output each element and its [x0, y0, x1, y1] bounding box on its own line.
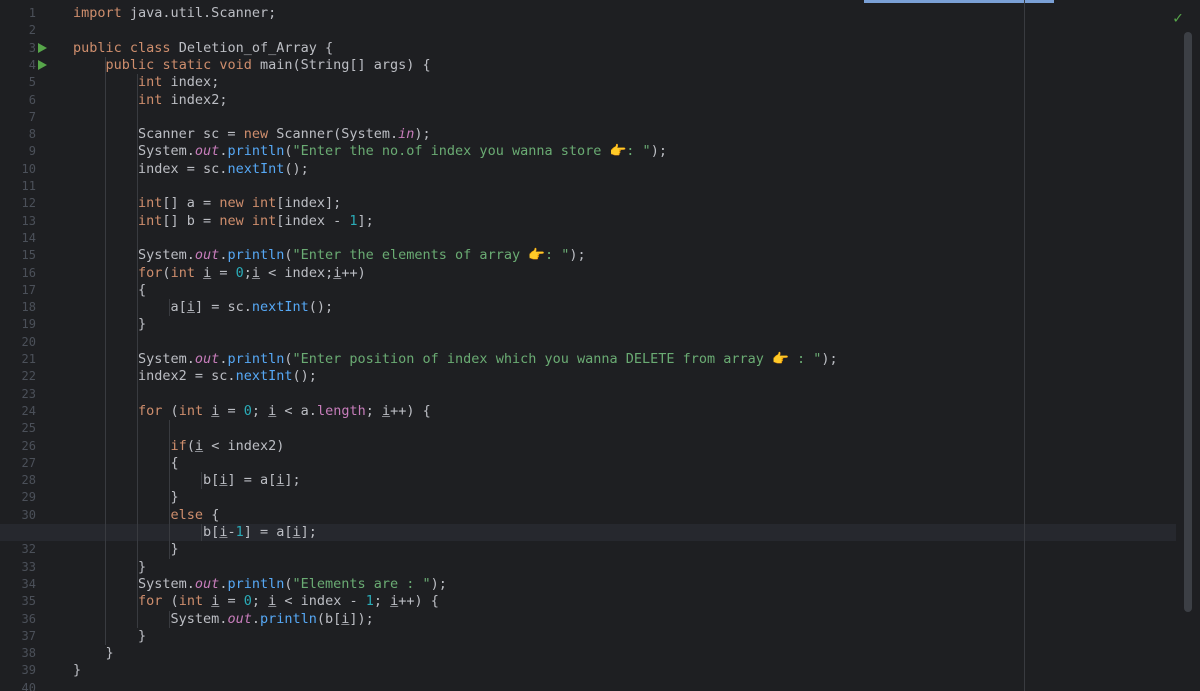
indent-guide — [105, 56, 106, 646]
code-line[interactable]: } — [73, 645, 114, 662]
check-icon[interactable]: ✓ — [1168, 8, 1188, 28]
code-line[interactable]: b[i-1] = a[i]; — [73, 524, 317, 541]
indent-guide — [137, 74, 138, 628]
code-line[interactable]: } — [73, 559, 146, 576]
code-line[interactable]: { — [73, 282, 146, 299]
code-line[interactable]: public class Deletion_of_Array { — [73, 40, 333, 57]
code-line[interactable]: int index2; — [73, 92, 227, 109]
indent-guide — [169, 299, 170, 317]
code-area[interactable]: import java.util.Scanner; public class De… — [0, 0, 1176, 691]
code-line[interactable]: index = sc.nextInt(); — [73, 161, 309, 178]
code-line[interactable]: } — [73, 662, 81, 679]
right-margin-guide — [1024, 0, 1025, 691]
indent-guide — [169, 420, 170, 559]
code-line[interactable]: System.out.println("Elements are : "); — [73, 576, 447, 593]
code-editor[interactable]: 1 2 3 4 5 6 7 8 9 10 11 12 13 14 15 16 17 18 19 20 21 22 23 24 2… — [0, 0, 1200, 691]
code-line[interactable]: } — [73, 628, 146, 645]
code-line[interactable]: int[] a = new int[index]; — [73, 195, 341, 212]
code-line[interactable]: int[] b = new int[index - 1]; — [73, 213, 374, 230]
code-line[interactable]: index2 = sc.nextInt(); — [73, 368, 317, 385]
code-line[interactable]: } — [73, 316, 146, 333]
code-line[interactable]: a[i] = sc.nextInt(); — [73, 299, 334, 316]
code-line[interactable]: System.out.println(b[i]); — [73, 611, 374, 628]
code-line[interactable]: System.out.println("Enter the elements o… — [73, 247, 586, 264]
code-line[interactable]: b[i] = a[i]; — [73, 472, 301, 489]
indent-guide — [169, 610, 170, 628]
code-line[interactable]: for (int i = 0; i < a.length; i++) { — [73, 403, 431, 420]
code-line[interactable]: System.out.println("Enter the no.of inde… — [73, 143, 667, 160]
code-line[interactable]: public static void main(String[] args) { — [73, 57, 431, 74]
code-line[interactable]: } — [73, 489, 179, 506]
code-line[interactable]: Scanner sc = new Scanner(System.in); — [73, 126, 431, 143]
code-line[interactable]: int index; — [73, 74, 219, 91]
code-line[interactable]: for (int i = 0; i < index - 1; i++) { — [73, 593, 439, 610]
code-line[interactable]: { — [73, 455, 179, 472]
code-line[interactable]: System.out.println("Enter position of in… — [73, 351, 838, 368]
indent-guide — [201, 472, 202, 490]
code-line[interactable]: } — [73, 541, 179, 558]
scrollbar-thumb[interactable] — [1184, 32, 1192, 612]
code-line[interactable]: import java.util.Scanner; — [73, 5, 276, 22]
code-line[interactable]: for(int i = 0;i < index;i++) — [73, 265, 366, 282]
indent-guide — [201, 524, 202, 542]
code-line[interactable]: else { — [73, 507, 220, 524]
